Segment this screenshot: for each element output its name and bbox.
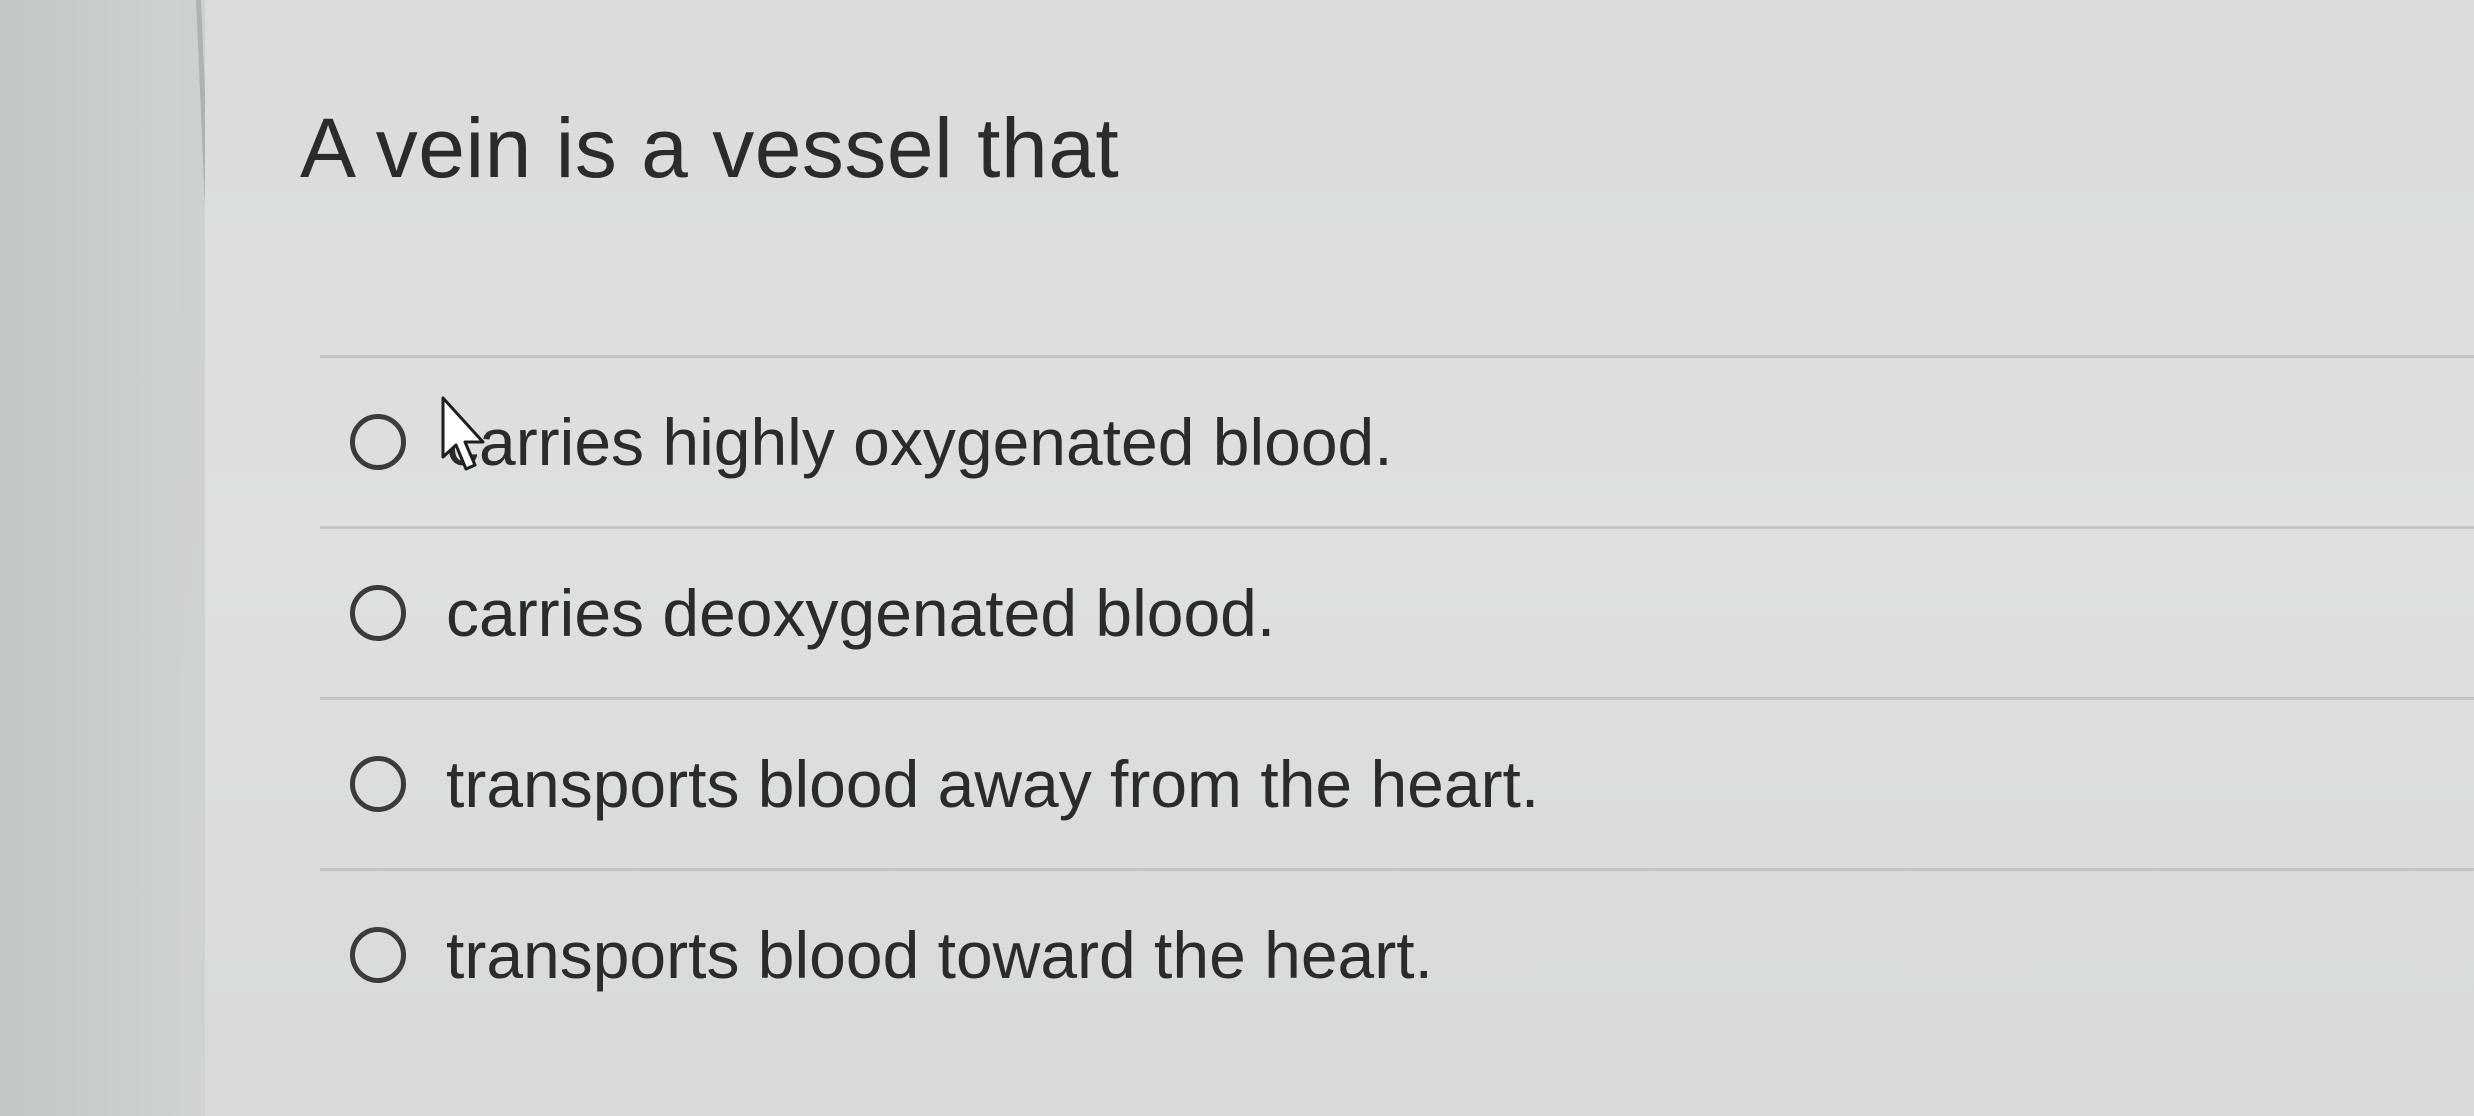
option-2[interactable]: carries deoxygenated blood. <box>320 529 2474 697</box>
option-label[interactable]: carries highly oxygenated blood. <box>446 404 1393 480</box>
radio-button-icon[interactable] <box>350 927 406 983</box>
option-label[interactable]: transports blood toward the heart. <box>446 917 1433 993</box>
answer-options: carries highly oxygenated blood. carries… <box>320 355 2474 1039</box>
background-strip <box>0 0 180 1116</box>
option-1[interactable]: carries highly oxygenated blood. <box>320 358 2474 526</box>
radio-button-icon[interactable] <box>350 756 406 812</box>
option-label[interactable]: transports blood away from the heart. <box>446 746 1539 822</box>
arrow-pointer-icon <box>441 396 485 471</box>
option-4[interactable]: transports blood toward the heart. <box>320 871 2474 1039</box>
option-label[interactable]: carries deoxygenated blood. <box>446 575 1275 651</box>
question-text: A vein is a vessel that <box>300 101 1120 195</box>
radio-button-icon[interactable] <box>350 585 406 641</box>
radio-button-icon[interactable] <box>350 414 406 470</box>
option-3[interactable]: transports blood away from the heart. <box>320 700 2474 868</box>
